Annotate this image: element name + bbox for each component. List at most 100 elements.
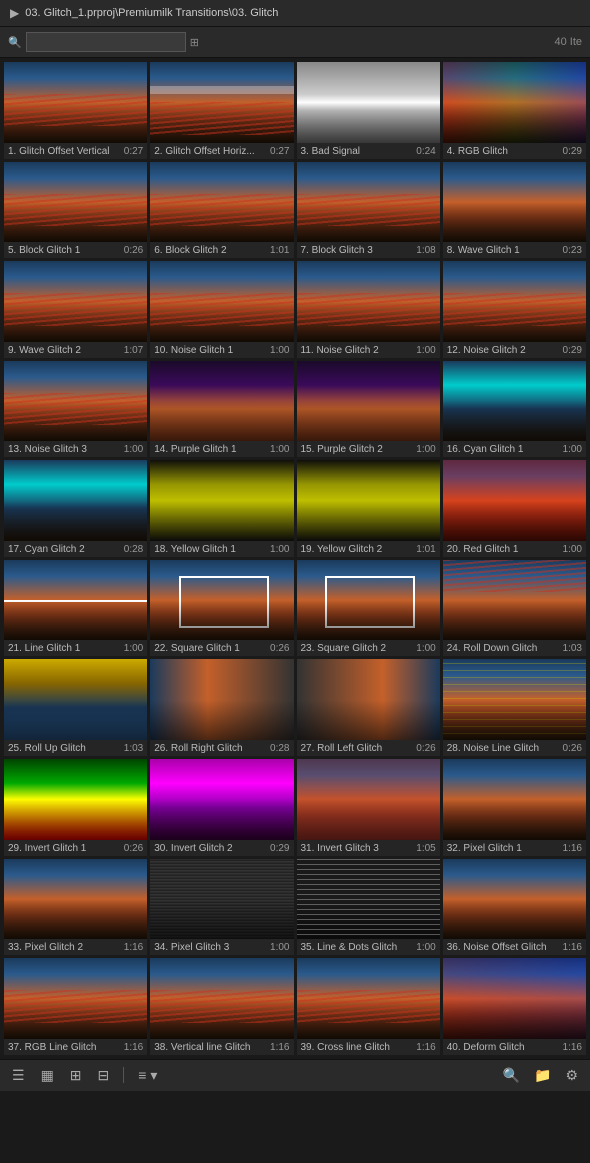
- grid-item-33[interactable]: 33. Pixel Glitch 2 1:16: [4, 859, 147, 956]
- item-name: 27. Roll Left Glitch: [301, 743, 413, 754]
- thumbnail: [150, 361, 293, 442]
- settings-button[interactable]: ⚙: [561, 1065, 582, 1086]
- grid-item-16[interactable]: 16. Cyan Glitch 1 1:00: [443, 361, 586, 458]
- grid-item-8[interactable]: 8. Wave Glitch 1 0:23: [443, 162, 586, 259]
- road-overlay: [150, 899, 293, 939]
- grid-item-3[interactable]: 3. Bad Signal 0:24: [297, 62, 440, 159]
- road-overlay: [297, 301, 440, 341]
- grid-item-21[interactable]: 21. Line Glitch 1 1:00: [4, 560, 147, 657]
- item-name: 25. Roll Up Glitch: [8, 743, 120, 754]
- grid-item-40[interactable]: 40. Deform Glitch 1:16: [443, 958, 586, 1055]
- road-overlay: [4, 899, 147, 939]
- grid-item-12[interactable]: 12. Noise Glitch 2 0:29: [443, 261, 586, 358]
- sort-button[interactable]: ≡ ▾: [134, 1065, 161, 1086]
- grid-item-38[interactable]: 38. Vertical line Glitch 1:16: [150, 958, 293, 1055]
- thumb-bg: [150, 759, 293, 840]
- grid-item-24[interactable]: 24. Roll Down Glitch 1:03: [443, 560, 586, 657]
- grid-item-29[interactable]: 29. Invert Glitch 1 0:26: [4, 759, 147, 856]
- item-name: 8. Wave Glitch 1: [447, 245, 559, 256]
- grid-item-1[interactable]: 1. Glitch Offset Vertical 0:27: [4, 62, 147, 159]
- grid-item-13[interactable]: 13. Noise Glitch 3 1:00: [4, 361, 147, 458]
- item-label: 38. Vertical line Glitch 1:16: [150, 1039, 293, 1055]
- thumbnail: [4, 958, 147, 1039]
- grid-item-27[interactable]: 27. Roll Left Glitch 0:26: [297, 659, 440, 756]
- list-view-button[interactable]: ☰: [8, 1065, 29, 1086]
- item-duration: 1:07: [124, 345, 143, 356]
- grid-toggle[interactable]: ⊞: [190, 36, 199, 49]
- road-overlay: [150, 501, 293, 541]
- thumbnail: [443, 261, 586, 342]
- item-name: 7. Block Glitch 3: [301, 245, 413, 256]
- item-name: 34. Pixel Glitch 3: [154, 942, 266, 953]
- freeform-view-button[interactable]: ⊟: [94, 1065, 114, 1086]
- item-label: 29. Invert Glitch 1 0:26: [4, 840, 147, 856]
- grid-item-17[interactable]: 17. Cyan Glitch 2 0:28: [4, 460, 147, 557]
- grid-item-7[interactable]: 7. Block Glitch 3 1:08: [297, 162, 440, 259]
- item-label: 40. Deform Glitch 1:16: [443, 1039, 586, 1055]
- grid-item-5[interactable]: 5. Block Glitch 1 0:26: [4, 162, 147, 259]
- road-overlay: [297, 501, 440, 541]
- grid-item-4[interactable]: 4. RGB Glitch 0:29: [443, 62, 586, 159]
- item-duration: 0:28: [270, 743, 289, 754]
- item-label: 28. Noise Line Glitch 0:26: [443, 740, 586, 756]
- grid-item-26[interactable]: 26. Roll Right Glitch 0:28: [150, 659, 293, 756]
- grid-item-6[interactable]: 6. Block Glitch 2 1:01: [150, 162, 293, 259]
- grid-item-36[interactable]: 36. Noise Offset Glitch 1:16: [443, 859, 586, 956]
- item-name: 39. Cross line Glitch: [301, 1042, 413, 1053]
- item-name: 11. Noise Glitch 2: [301, 345, 413, 356]
- thumb-bg: [150, 62, 293, 143]
- item-name: 9. Wave Glitch 2: [8, 345, 120, 356]
- grid-item-18[interactable]: 18. Yellow Glitch 1 1:00: [150, 460, 293, 557]
- road-overlay: [297, 899, 440, 939]
- item-duration: 0:29: [563, 345, 582, 356]
- grid-item-37[interactable]: 37. RGB Line Glitch 1:16: [4, 958, 147, 1055]
- road-overlay: [4, 401, 147, 441]
- thumb-bg: [443, 460, 586, 541]
- grid-item-30[interactable]: 30. Invert Glitch 2 0:29: [150, 759, 293, 856]
- grid-item-2[interactable]: 2. Glitch Offset Horiz... 0:27: [150, 62, 293, 159]
- grid-item-22[interactable]: 22. Square Glitch 1 0:26: [150, 560, 293, 657]
- icon-view-button[interactable]: ▦: [37, 1065, 58, 1086]
- item-duration: 0:29: [563, 146, 582, 157]
- grid-item-35[interactable]: 35. Line & Dots Glitch 1:00: [297, 859, 440, 956]
- grid-item-9[interactable]: 9. Wave Glitch 2 1:07: [4, 261, 147, 358]
- grid-item-15[interactable]: 15. Purple Glitch 2 1:00: [297, 361, 440, 458]
- item-label: 31. Invert Glitch 3 1:05: [297, 840, 440, 856]
- item-duration: 1:00: [124, 444, 143, 455]
- item-label: 8. Wave Glitch 1 0:23: [443, 242, 586, 258]
- item-duration: 1:00: [563, 544, 582, 555]
- grid-item-31[interactable]: 31. Invert Glitch 3 1:05: [297, 759, 440, 856]
- toolbar-right: 🔍 📁 ⚙: [499, 1065, 582, 1086]
- grid-item-39[interactable]: 39. Cross line Glitch 1:16: [297, 958, 440, 1055]
- grid-item-34[interactable]: 34. Pixel Glitch 3 1:00: [150, 859, 293, 956]
- thumbnail: [4, 759, 147, 840]
- item-label: 27. Roll Left Glitch 0:26: [297, 740, 440, 756]
- grid-item-20[interactable]: 20. Red Glitch 1 1:00: [443, 460, 586, 557]
- thumb-bg: [297, 759, 440, 840]
- grid-item-28[interactable]: 28. Noise Line Glitch 0:26: [443, 659, 586, 756]
- item-duration: 0:23: [563, 245, 582, 256]
- item-label: 10. Noise Glitch 1 1:00: [150, 342, 293, 358]
- item-label: 15. Purple Glitch 2 1:00: [297, 441, 440, 457]
- item-label: 14. Purple Glitch 1 1:00: [150, 441, 293, 457]
- folder-button[interactable]: 📁: [530, 1065, 555, 1086]
- item-duration: 0:28: [124, 544, 143, 555]
- item-duration: 1:00: [416, 345, 435, 356]
- thumbnail: [4, 560, 147, 641]
- grid-item-23[interactable]: 23. Square Glitch 2 1:00: [297, 560, 440, 657]
- item-duration: 1:00: [124, 643, 143, 654]
- thumb-bg: [4, 460, 147, 541]
- grid-item-11[interactable]: 11. Noise Glitch 2 1:00: [297, 261, 440, 358]
- item-name: 35. Line & Dots Glitch: [301, 942, 413, 953]
- grid-item-19[interactable]: 19. Yellow Glitch 2 1:01: [297, 460, 440, 557]
- grid-view-button[interactable]: ⊞: [66, 1065, 86, 1086]
- grid-item-25[interactable]: 25. Roll Up Glitch 1:03: [4, 659, 147, 756]
- thumbnail: [297, 162, 440, 243]
- search-input[interactable]: [26, 32, 186, 52]
- grid-item-32[interactable]: 32. Pixel Glitch 1 1:16: [443, 759, 586, 856]
- grid-item-10[interactable]: 10. Noise Glitch 1 1:00: [150, 261, 293, 358]
- grid-item-14[interactable]: 14. Purple Glitch 1 1:00: [150, 361, 293, 458]
- search-button[interactable]: 🔍: [499, 1065, 524, 1086]
- bottom-toolbar: ☰ ▦ ⊞ ⊟ ≡ ▾ 🔍 📁 ⚙: [0, 1059, 590, 1091]
- road-overlay: [443, 401, 586, 441]
